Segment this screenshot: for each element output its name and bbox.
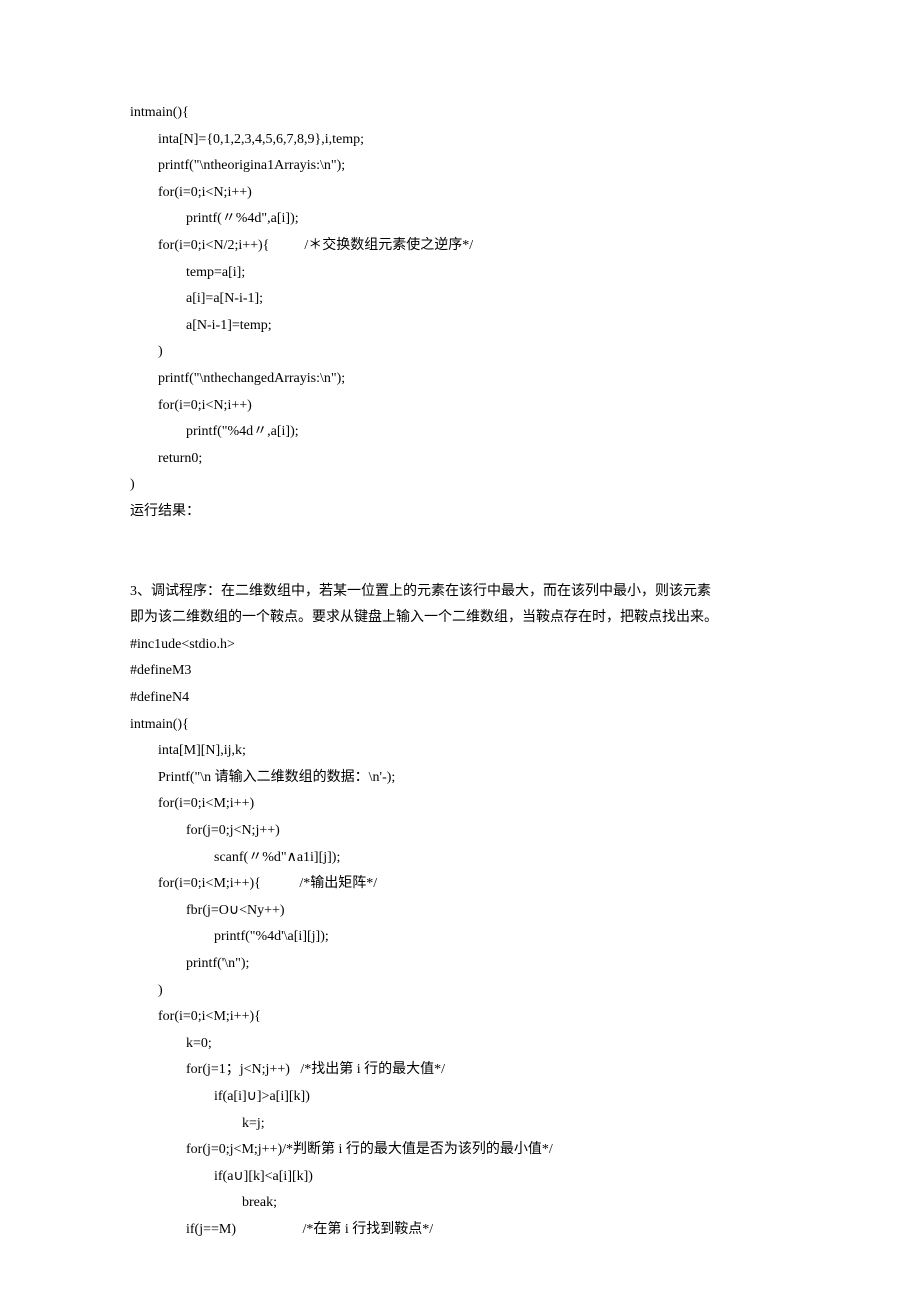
code-line: ) <box>130 978 790 1005</box>
code-line: printf("\nthechangedArrayis:\n"); <box>130 366 790 393</box>
code-line: intmain(){ <box>130 712 790 739</box>
code-line: printf("%4d〃,a[i]); <box>130 419 790 446</box>
text-line: 运行结果： <box>130 499 790 526</box>
code-line: printf('\n"); <box>130 951 790 978</box>
code-line: ) <box>130 472 790 499</box>
code-line: ) <box>130 339 790 366</box>
code-line: return0; <box>130 446 790 473</box>
code-line: a[N-i-1]=temp; <box>130 313 790 340</box>
code-line: for(j=1；j<N;j++) /*找出第 i 行的最大值*/ <box>130 1057 790 1084</box>
code-line: if(a[i]∪]>a[i][k]) <box>130 1084 790 1111</box>
blank-line <box>130 526 790 553</box>
code-line: for(i=0;i<M;i++) <box>130 791 790 818</box>
code-line: for(i=0;i<M;i++){ <box>130 1004 790 1031</box>
code-line: intmain(){ <box>130 100 790 127</box>
code-line: for(i=0;i<N;i++) <box>130 393 790 420</box>
code-line: printf(〃%4d",a[i]); <box>130 206 790 233</box>
code-line: k=0; <box>130 1031 790 1058</box>
document-body: intmain(){ inta[N]={0,1,2,3,4,5,6,7,8,9}… <box>130 100 790 1244</box>
code-line: #defineM3 <box>130 658 790 685</box>
code-line: if(j==M) /*在第 i 行找到鞍点*/ <box>130 1217 790 1244</box>
code-line: a[i]=a[N-i-1]; <box>130 286 790 313</box>
text-line: 即为该二维数组的一个鞍点。要求从键盘上输入一个二维数组，当鞍点存在时，把鞍点找出… <box>130 605 790 632</box>
code-line: for(i=0;i<M;i++){ /*输出矩阵*/ <box>130 871 790 898</box>
code-line: #defineN4 <box>130 685 790 712</box>
code-line: break; <box>130 1190 790 1217</box>
code-line: for(i=0;i<N/2;i++){ /＊交换数组元素使之逆序*/ <box>130 233 790 260</box>
code-line: if(a∪][k]<a[i][k]) <box>130 1164 790 1191</box>
blank-line <box>130 552 790 579</box>
text-line: 3、调试程序：在二维数组中，若某一位置上的元素在该行中最大，而在该列中最小，则该… <box>130 579 790 606</box>
code-line: fbr(j=O∪<Ny++) <box>130 898 790 925</box>
code-line: Printf("\n 请输入二维数组的数据：\n'-); <box>130 765 790 792</box>
code-line: scanf(〃%d"∧a1i][j]); <box>130 845 790 872</box>
code-line: temp=a[i]; <box>130 260 790 287</box>
code-line: printf("%4d'\a[i][j]); <box>130 924 790 951</box>
code-line: k=j; <box>130 1111 790 1138</box>
code-line: inta[N]={0,1,2,3,4,5,6,7,8,9},i,temp; <box>130 127 790 154</box>
code-line: for(i=0;i<N;i++) <box>130 180 790 207</box>
code-line: #inc1ude<stdio.h> <box>130 632 790 659</box>
code-line: for(j=0;j<N;j++) <box>130 818 790 845</box>
code-line: printf("\ntheorigina1Arrayis:\n"); <box>130 153 790 180</box>
code-line: inta[M][N],ij,k; <box>130 738 790 765</box>
code-line: for(j=0;j<M;j++)/*判断第 i 行的最大值是否为该列的最小值*/ <box>130 1137 790 1164</box>
